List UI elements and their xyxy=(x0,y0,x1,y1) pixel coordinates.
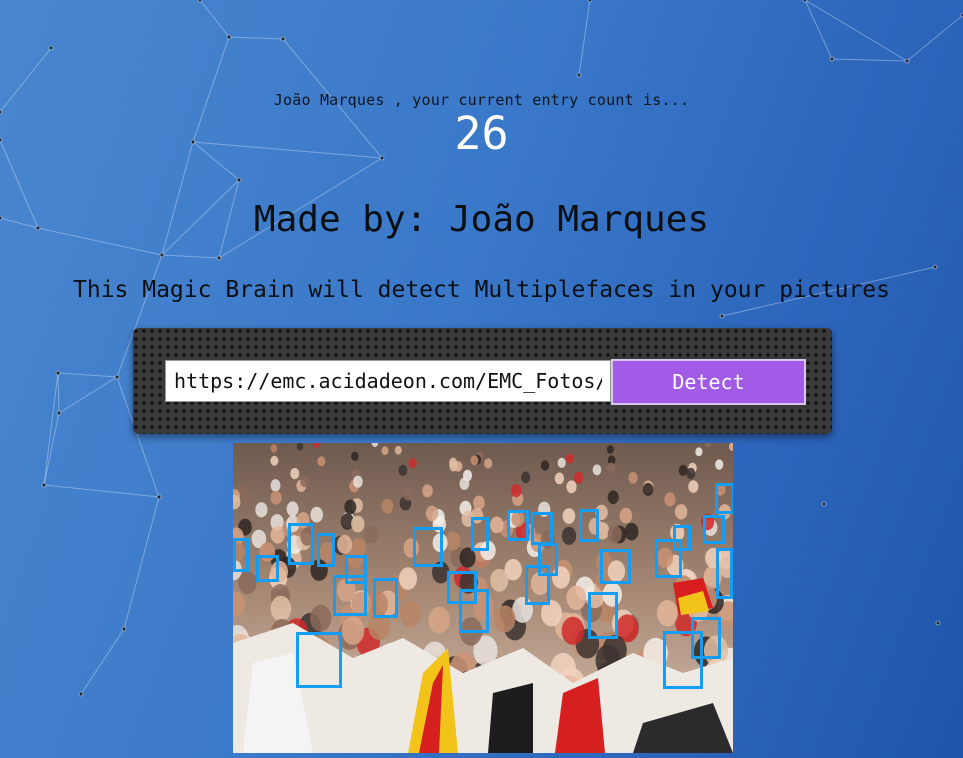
particle-node xyxy=(821,501,827,507)
face-bounding-box xyxy=(600,549,631,584)
detect-button[interactable]: Detect xyxy=(611,359,806,405)
particle-node xyxy=(78,691,84,697)
result-image xyxy=(233,443,733,753)
page-description: This Magic Brain will detect Multiplefac… xyxy=(73,277,890,303)
face-bounding-box xyxy=(373,578,398,618)
particle-link xyxy=(123,496,160,630)
particle-node xyxy=(114,374,120,380)
particle-node xyxy=(236,177,242,183)
particle-link xyxy=(58,376,118,414)
particle-node xyxy=(576,72,582,78)
particle-link xyxy=(906,14,963,62)
particle-node xyxy=(935,620,941,626)
face-bounding-box xyxy=(531,512,553,545)
particle-node xyxy=(41,482,47,488)
face-bounding-box xyxy=(333,575,367,616)
face-bounding-box xyxy=(673,525,691,551)
image-link-form: Detect xyxy=(133,328,832,434)
particle-node xyxy=(216,255,222,261)
face-bounding-box xyxy=(507,510,529,541)
particle-node xyxy=(802,0,808,3)
face-bounding-box xyxy=(256,555,279,582)
face-bounding-box xyxy=(471,517,489,551)
particle-node xyxy=(226,34,232,40)
particle-node xyxy=(829,56,835,62)
particle-node xyxy=(280,36,286,42)
particle-link xyxy=(80,628,125,695)
particle-link xyxy=(161,254,220,259)
particle-node xyxy=(719,313,725,319)
face-bounding-box xyxy=(716,548,733,599)
particle-node xyxy=(197,0,203,3)
face-bounding-box xyxy=(525,565,550,605)
particle-node xyxy=(587,0,593,3)
entry-count: 26 xyxy=(454,107,509,160)
face-bounding-box xyxy=(413,527,443,567)
particle-link xyxy=(43,484,160,498)
particle-link xyxy=(578,0,591,76)
face-bounding-box xyxy=(691,617,721,659)
face-bounding-box xyxy=(715,483,733,514)
particle-link xyxy=(57,372,60,414)
particle-link xyxy=(804,0,833,60)
particle-node xyxy=(156,494,162,500)
face-bounding-box xyxy=(233,538,249,572)
particle-node xyxy=(904,58,910,64)
face-bounding-box xyxy=(296,632,342,688)
face-bounding-box xyxy=(703,515,725,544)
particle-node xyxy=(121,626,127,632)
particle-link xyxy=(804,0,908,62)
particle-node xyxy=(159,252,165,258)
page-title: Made by: João Marques xyxy=(253,199,710,240)
face-bounding-box xyxy=(288,523,314,565)
particle-link xyxy=(199,0,230,38)
particle-link xyxy=(831,58,908,62)
particle-node xyxy=(55,370,61,376)
face-bounding-box xyxy=(588,592,618,639)
image-url-input[interactable] xyxy=(165,360,611,402)
face-bounding-box xyxy=(459,589,489,633)
face-bounding-box xyxy=(317,533,335,567)
particle-link xyxy=(228,36,284,40)
particle-node xyxy=(48,45,54,51)
face-bounding-box xyxy=(579,509,599,542)
particle-node xyxy=(56,410,62,416)
particle-node xyxy=(932,264,938,270)
particle-link xyxy=(57,372,118,378)
